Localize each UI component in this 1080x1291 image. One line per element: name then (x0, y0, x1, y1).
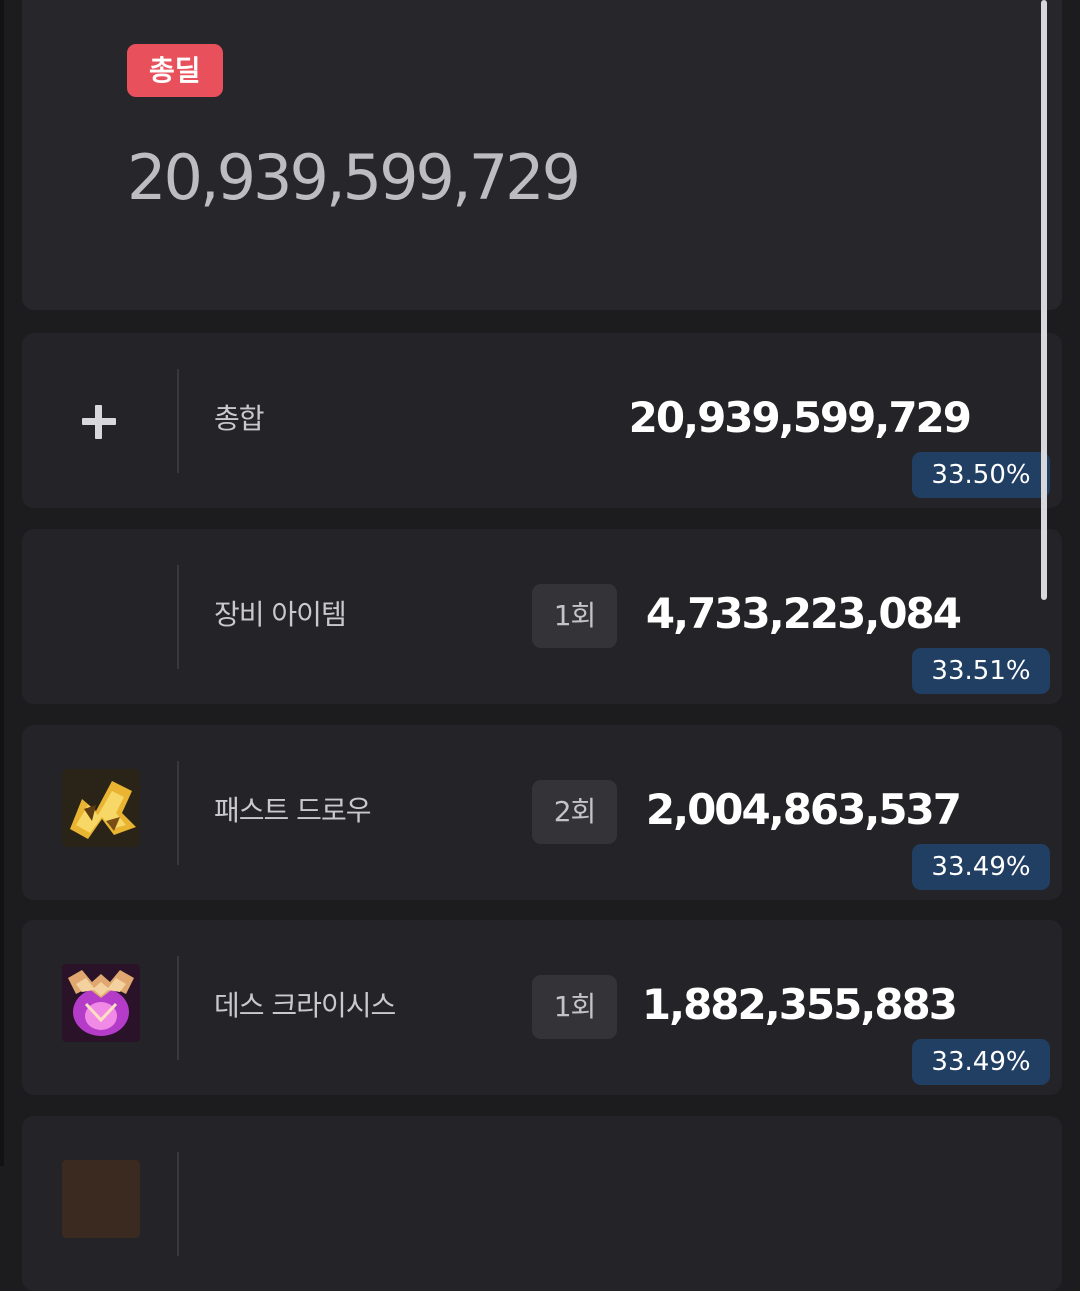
row-divider (177, 565, 179, 669)
total-damage-badge: 총딜 (127, 44, 223, 97)
row-divider (177, 369, 179, 473)
hit-count-badge: 2회 (532, 780, 617, 844)
row-divider (177, 761, 179, 865)
damage-breakdown-screen: 총딜 20,939,599,729 총합 20,939,599,729 33.5… (0, 0, 1080, 1291)
damage-row-death-crisis[interactable]: 데스 크라이시스 1회 1,882,355,883 33.49% (22, 920, 1062, 1095)
row-percent-badge: 33.50% (912, 452, 1050, 498)
row-label: 장비 아이템 (214, 598, 347, 631)
damage-row-total[interactable]: 총합 20,939,599,729 33.50% (22, 333, 1062, 508)
row-label: 데스 크라이시스 (214, 989, 396, 1022)
row-divider (177, 1152, 179, 1256)
damage-row-fast-draw[interactable]: 패스트 드로우 2회 2,004,863,537 33.49% (22, 725, 1062, 900)
damage-row-equipment[interactable]: 장비 아이템 1회 4,733,223,084 33.51% (22, 529, 1062, 704)
row-divider (177, 956, 179, 1060)
row-damage-value: 2,004,863,537 (645, 785, 962, 834)
row-damage-value: 1,882,355,883 (641, 980, 958, 1029)
plus-icon[interactable] (80, 403, 118, 441)
hit-count-badge: 1회 (532, 584, 617, 648)
row-percent-badge: 33.49% (912, 1039, 1050, 1085)
row-percent-badge: 33.49% (912, 844, 1050, 890)
fast-draw-skill-icon (62, 769, 140, 847)
skill-icon (62, 1160, 140, 1238)
total-damage-value: 20,939,599,729 (127, 141, 581, 214)
row-damage-value: 20,939,599,729 (628, 393, 972, 442)
row-label: 총합 (214, 402, 265, 435)
row-label: 패스트 드로우 (214, 794, 371, 827)
left-edge (0, 0, 4, 1166)
hit-count-badge: 1회 (532, 975, 617, 1039)
row-percent-badge: 33.51% (912, 648, 1050, 694)
row-damage-value: 4,733,223,084 (645, 589, 962, 638)
damage-row-partial[interactable] (22, 1116, 1062, 1291)
scrollbar-thumb[interactable] (1041, 0, 1047, 600)
death-crisis-skill-icon (62, 964, 140, 1042)
